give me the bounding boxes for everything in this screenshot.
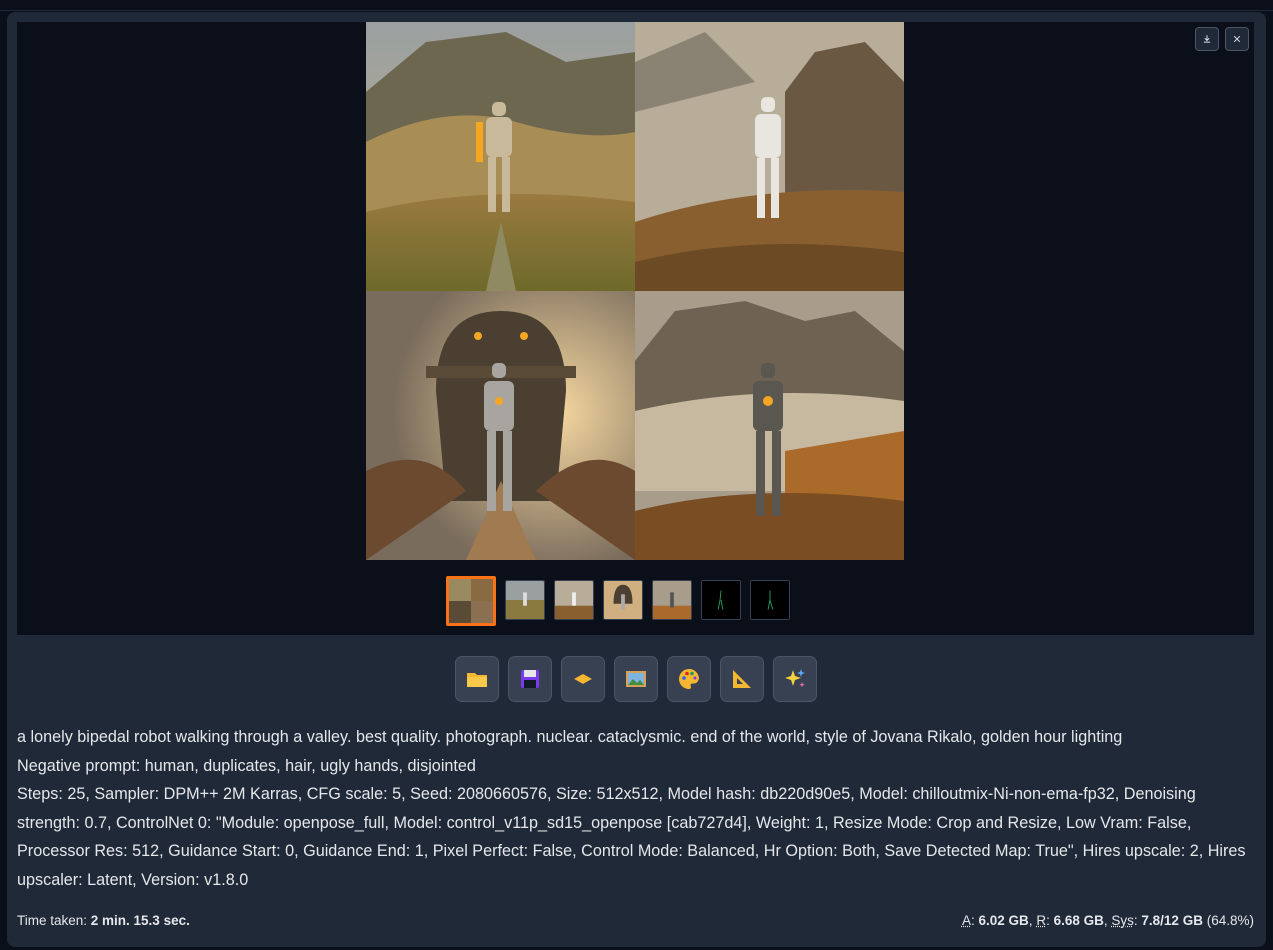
vram-a-label: A [961,913,971,928]
sparkles-icon [785,669,805,688]
open-folder-button[interactable] [455,656,499,702]
prompt-text: a lonely bipedal robot walking through a… [17,728,1123,746]
image-robot-canyon[interactable] [635,291,904,560]
folder-icon [467,673,487,687]
vram-sys-value: 7.8/12 GB [1141,913,1203,928]
ruler-icon [733,670,751,688]
thumbnail-3[interactable] [603,580,643,620]
vram-sys-label: Sys [1111,913,1134,928]
zip-button[interactable] [561,656,605,702]
vram-r-label: R [1036,913,1047,928]
zip-icon [574,674,592,688]
close-button[interactable] [1225,27,1249,51]
image-robot-mountain[interactable] [635,22,904,291]
save-icon [521,670,539,688]
send-to-inpaint-button[interactable] [667,656,711,702]
thumbnail-pose-map-2[interactable] [750,580,790,620]
thumbnail-grid[interactable] [446,576,496,626]
image-robot-meadow[interactable] [366,22,635,291]
generation-info: a lonely bipedal robot walking through a… [17,723,1252,895]
download-button[interactable] [1195,27,1219,51]
thumbnail-1[interactable] [505,580,545,620]
send-to-extras-button[interactable] [720,656,764,702]
time-taken: Time taken: 2 min. 15.3 sec. [17,913,190,928]
palette-icon [679,668,699,689]
close-icon [1233,35,1241,43]
generate-variation-button[interactable] [773,656,817,702]
download-icon [1203,35,1211,43]
action-toolbar [455,656,817,702]
thumbnail-pose-map-1[interactable] [701,580,741,620]
thumbnail-strip [446,576,790,626]
image-robot-dome[interactable] [366,291,635,560]
thumbnail-2[interactable] [554,580,594,620]
image-grid[interactable] [366,22,904,560]
vram-sys-percent: (64.8%) [1206,913,1254,928]
thumbnail-4[interactable] [652,580,692,620]
negative-prompt-text: Negative prompt: human, duplicates, hair… [17,756,476,775]
image-icon [626,671,646,687]
top-strip [0,0,1273,11]
vram-r-value: 6.68 GB [1053,913,1104,928]
time-value: 2 min. 15.3 sec. [90,913,190,928]
time-label: Time taken: [17,913,91,928]
generation-params: Steps: 25, Sampler: DPM++ 2M Karras, CFG… [17,785,1246,889]
vram-a-value: 6.02 GB [978,913,1029,928]
vram-usage: A: 6.02 GB, R: 6.68 GB, Sys: 7.8/12 GB (… [961,913,1254,928]
send-to-img2img-button[interactable] [614,656,658,702]
save-button[interactable] [508,656,552,702]
